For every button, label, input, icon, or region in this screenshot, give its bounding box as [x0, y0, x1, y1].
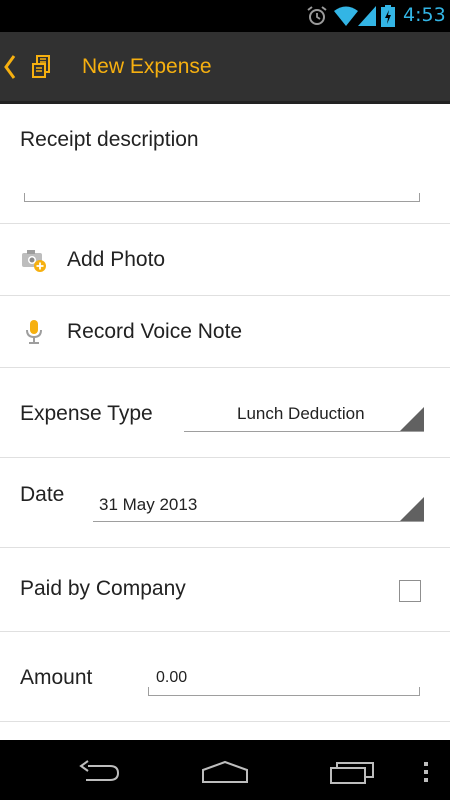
overflow-menu-icon[interactable] — [423, 761, 429, 783]
amount-value: 0.00 — [156, 669, 188, 686]
wifi-icon — [334, 6, 358, 26]
expense-type-spinner[interactable]: Lunch Deduction — [184, 396, 424, 432]
date-label: Date — [20, 483, 65, 506]
battery-icon — [381, 5, 395, 27]
receipt-description-input[interactable] — [24, 192, 420, 202]
date-value: 31 May 2013 — [99, 495, 198, 514]
camera-add-icon — [22, 250, 46, 272]
home-nav-icon[interactable] — [201, 760, 249, 784]
record-voice-row[interactable]: Record Voice Note — [0, 296, 450, 368]
expense-type-row: Expense Type Lunch Deduction — [0, 368, 450, 458]
status-bar: 4:53 — [0, 0, 450, 32]
paid-by-company-row: Paid by Company — [0, 548, 450, 632]
expense-type-label: Expense Type — [20, 402, 153, 425]
action-bar: New Expense — [0, 32, 450, 104]
paid-by-company-label: Paid by Company — [20, 577, 186, 600]
alarm-icon — [307, 6, 327, 25]
amount-row: Amount 0.00 — [0, 632, 450, 722]
recents-nav-icon[interactable] — [329, 760, 375, 784]
date-spinner[interactable]: 31 May 2013 — [93, 486, 424, 522]
record-voice-label: Record Voice Note — [67, 320, 243, 343]
receipt-icon[interactable] — [30, 54, 54, 80]
status-time: 4:53 — [403, 4, 446, 26]
add-photo-label: Add Photo — [67, 248, 166, 271]
page-title: New Expense — [82, 55, 212, 78]
paid-by-company-checkbox[interactable] — [399, 580, 421, 602]
add-photo-row[interactable]: Add Photo — [0, 224, 450, 296]
microphone-icon — [26, 320, 42, 344]
back-nav-icon[interactable] — [78, 760, 122, 784]
spinner-corner-icon — [400, 497, 424, 521]
amount-input[interactable] — [148, 686, 420, 696]
expense-type-value: Lunch Deduction — [237, 404, 365, 423]
back-chevron-icon[interactable] — [3, 54, 17, 80]
signal-icon — [358, 6, 376, 26]
amount-label: Amount — [20, 666, 93, 689]
navigation-bar — [0, 740, 450, 800]
date-row: Date 31 May 2013 — [0, 458, 450, 548]
receipt-description-label: Receipt description — [20, 128, 199, 151]
receipt-description-row: Receipt description — [0, 104, 450, 224]
spinner-corner-icon — [400, 407, 424, 431]
